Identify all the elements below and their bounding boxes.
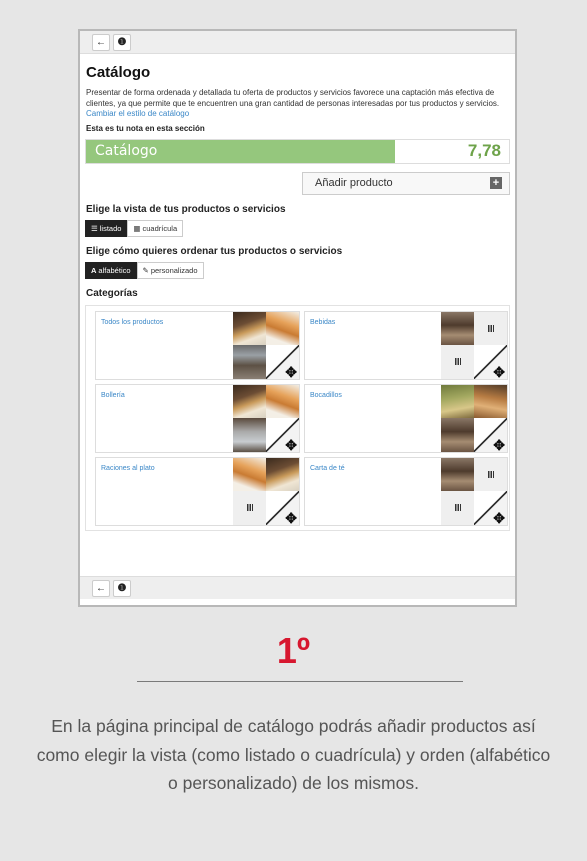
step-caption: En la página principal de catálogo podrá… [36,716,551,793]
barcode-icon [454,358,461,365]
view-heading: Elige la vista de tus productos o servic… [86,203,286,215]
order-heading: Elige cómo quieres ordenar tus productos… [86,245,343,257]
note-label: Esta es tu nota en esta sección [86,123,205,133]
product-thumbnail [233,417,266,452]
placeholder-thumbnail [474,311,507,345]
screenshot-frame: ← ❶ Catálogo Presentar de forma ordenada… [78,29,517,607]
product-thumbnail [266,311,299,345]
product-thumbnail [233,457,266,491]
order-alphabetic-button[interactable]: Aalfabético [85,261,137,279]
top-toolbar: ← ❶ [80,31,515,54]
sort-alpha-icon: A [91,265,97,275]
drag-handle[interactable]: ✥ [474,417,507,453]
move-icon: ✥ [285,509,297,526]
move-icon: ✥ [285,436,297,453]
catalog-content: Catálogo Presentar de forma ordenada y d… [80,54,515,531]
wrench-icon: ✎ [142,265,149,275]
grid-icon: ▦ [133,223,141,233]
bottom-toolbar: ← ❶ [80,576,515,599]
page-description: Presentar de forma ordenada y detallada … [86,88,510,120]
add-product-label: Añadir producto [315,177,393,189]
grade-bar: Catálogo 7,78 [85,138,510,164]
category-name[interactable]: Bebidas [310,319,335,326]
product-thumbnail [266,384,299,418]
product-thumbnail [266,457,299,491]
page-title: Catálogo [86,64,151,81]
category-card[interactable]: Carta de té ✥ [304,456,508,526]
arrow-left-icon: ← [96,36,106,48]
product-thumbnail [233,384,266,418]
placeholder-thumbnail [441,344,474,379]
list-icon: ☰ [91,223,98,233]
product-thumbnail [441,417,474,452]
product-thumbnail [474,384,507,418]
info-icon: ❶ [117,36,127,48]
move-icon: ✥ [285,363,297,380]
divider [137,681,463,682]
grade-value: 7,78 [467,141,501,160]
barcode-icon [487,470,494,478]
product-thumbnail [233,311,266,345]
add-product-button[interactable]: Añadir producto + [302,171,510,195]
product-thumbnail [233,344,266,379]
drag-handle[interactable]: ✥ [266,490,299,526]
placeholder-thumbnail [233,490,266,525]
drag-handle[interactable]: ✥ [474,490,507,526]
categories-panel: Todos los productos ✥ Bebidas ✥ Bollería… [85,304,510,531]
product-thumbnail [441,311,474,345]
description-text: Presentar de forma ordenada y detallada … [86,88,500,108]
category-name[interactable]: Bocadillos [310,392,342,399]
drag-handle[interactable]: ✥ [266,417,299,453]
view-list-button[interactable]: ☰ listado [85,219,128,237]
category-name[interactable]: Bollería [101,392,125,399]
placeholder-thumbnail [441,490,474,525]
arrow-left-icon: ← [96,582,106,594]
plus-icon: + [490,177,502,189]
view-toggle: ☰ listado ▦ cuadrícula [85,219,510,237]
product-thumbnail [441,384,474,418]
back-button[interactable]: ← [92,33,110,51]
info-button[interactable]: ❶ [113,579,131,597]
barcode-icon [454,504,461,511]
order-custom-label: personalizado [150,265,198,275]
placeholder-thumbnail [474,457,507,491]
grade-label: Catálogo [86,139,395,163]
category-name[interactable]: Carta de té [310,465,345,472]
barcode-icon [246,504,253,511]
move-icon: ✥ [493,509,505,526]
category-name[interactable]: Raciones al plato [101,465,155,472]
view-list-label: listado [99,223,122,233]
order-custom-button[interactable]: ✎ personalizado [136,261,204,279]
drag-handle[interactable]: ✥ [266,344,299,380]
barcode-icon [487,324,494,332]
categories-heading: Categorías [86,287,138,299]
order-alphabetic-label: alfabético [98,265,131,275]
category-card[interactable]: Bocadillos ✥ [304,383,508,453]
product-thumbnail [441,457,474,491]
move-icon: ✥ [493,363,505,380]
back-button[interactable]: ← [92,579,110,597]
info-button[interactable]: ❶ [113,33,131,51]
category-card[interactable]: Bollería ✥ [95,383,300,453]
category-card[interactable]: Todos los productos ✥ [95,310,300,380]
view-grid-label: cuadrícula [142,223,178,233]
drag-handle[interactable]: ✥ [474,344,507,380]
category-name[interactable]: Todos los productos [101,319,163,326]
change-style-link[interactable]: Cambiar el estilo de catálogo [86,109,189,118]
category-card[interactable]: Raciones al plato ✥ [95,456,300,526]
step-number: 1º [276,630,311,671]
move-icon: ✥ [493,436,505,453]
order-toggle: Aalfabético ✎ personalizado [85,261,510,279]
info-icon: ❶ [117,582,127,594]
view-grid-button[interactable]: ▦ cuadrícula [127,219,184,237]
category-card[interactable]: Bebidas ✥ [304,310,508,380]
